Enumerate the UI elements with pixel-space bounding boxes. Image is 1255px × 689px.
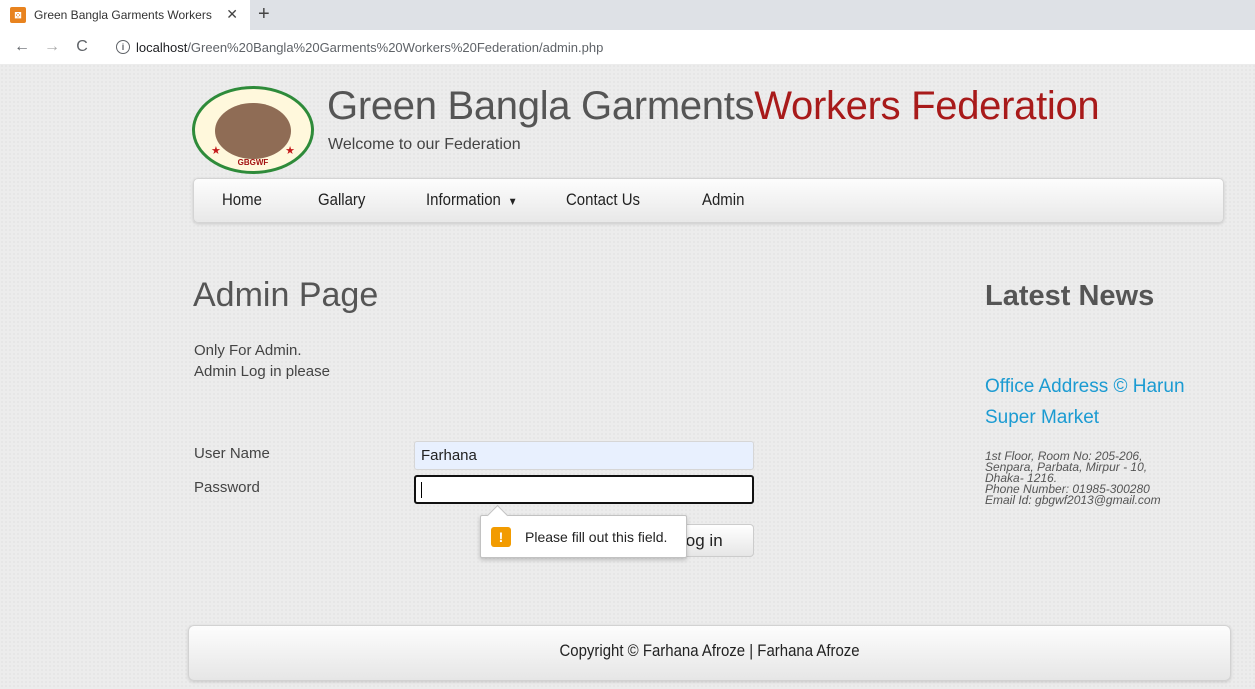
tab-title: Green Bangla Garments Workers: [34, 8, 212, 22]
close-icon[interactable]: ✕: [226, 6, 238, 23]
logo-text: GBGWF: [237, 158, 269, 167]
site-title-accent: Workers Federation: [754, 84, 1100, 128]
nav-home[interactable]: Home: [222, 190, 262, 210]
address-bar[interactable]: localhost/Green%20Bangla%20Garments%20Wo…: [136, 40, 603, 55]
site-tagline: Welcome to our Federation: [328, 136, 521, 153]
federation-logo: ★ ★ GBGWF: [192, 86, 314, 174]
new-tab-icon[interactable]: +: [258, 3, 270, 26]
caret-down-icon: ▼: [507, 196, 518, 208]
xampp-icon: ⊠: [10, 7, 26, 23]
info-icon[interactable]: i: [116, 40, 130, 54]
site-title: Green Bangla GarmentsWorkers Federation: [327, 84, 1100, 129]
validation-tooltip: ! Please fill out this field.: [480, 515, 687, 558]
back-arrow-icon[interactable]: ←: [14, 38, 30, 56]
admin-desc-line1: Only For Admin.: [194, 342, 302, 359]
warning-icon: !: [491, 526, 511, 547]
site-title-main: Green Bangla Garments: [327, 84, 755, 128]
browser-toolbar: ← → C i localhost/Green%20Bangla%20Garme…: [0, 30, 1255, 64]
nav-contact-us[interactable]: Contact Us: [566, 190, 640, 210]
news-link-office-address[interactable]: Office Address © Harun Super Market: [985, 371, 1215, 433]
star-icon: ★: [211, 145, 221, 157]
username-label: User Name: [194, 445, 270, 462]
footer-copyright: Copyright © Farhana Afroze | Farhana Afr…: [559, 641, 860, 660]
username-input[interactable]: [414, 441, 754, 470]
browser-tab[interactable]: ⊠ Green Bangla Garments Workers ✕: [0, 0, 250, 30]
browser-tab-strip: ⊠ Green Bangla Garments Workers ✕ +: [0, 0, 1255, 30]
logo-emblem: [215, 103, 291, 159]
reload-icon[interactable]: C: [74, 38, 90, 56]
validation-message: Please fill out this field.: [525, 528, 668, 545]
url-host: localhost: [136, 39, 188, 55]
nav-information[interactable]: Information ▼: [426, 190, 517, 210]
nav-gallary[interactable]: Gallary: [318, 190, 365, 210]
news-heading: Latest News: [985, 280, 1155, 312]
forward-arrow-icon[interactable]: →: [44, 38, 60, 56]
main-navbar: Home Gallary Information ▼ Contact Us Adm…: [193, 178, 1224, 223]
news-detail: 1st Floor, Room No: 205-206, Senpara, Pa…: [985, 450, 1205, 507]
password-label: Password: [194, 479, 260, 496]
url-path: /Green%20Bangla%20Garments%20Workers%20F…: [187, 39, 604, 55]
admin-desc-line2: Admin Log in please: [194, 363, 330, 380]
nav-information-label: Information: [426, 190, 501, 209]
page-content: ★ ★ GBGWF Green Bangla GarmentsWorkers F…: [0, 64, 1255, 689]
footer: Copyright © Farhana Afroze | Farhana Afr…: [188, 625, 1231, 681]
admin-description: Only For Admin. Admin Log in please: [194, 340, 330, 382]
news-detail-line: Email Id: gbgwf2013@gmail.com: [985, 493, 1161, 507]
star-icon: ★: [285, 145, 295, 157]
password-input[interactable]: [414, 475, 754, 504]
page-title: Admin Page: [193, 276, 379, 314]
nav-admin[interactable]: Admin: [702, 190, 744, 210]
text-cursor: [421, 482, 422, 498]
